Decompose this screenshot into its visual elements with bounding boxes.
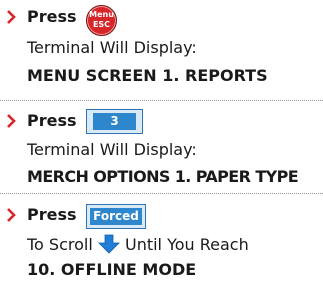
press-label: Press [27,111,77,130]
key-label: 3 [93,113,136,130]
press-label: Press [27,7,77,26]
step-2: Press 3 Terminal Will Display: MERCH OPT… [0,104,323,192]
display-text: MERCH OPTIONS 1. PAPER TYPE [27,167,299,186]
separator [0,193,323,194]
down-arrow-icon [97,234,120,254]
instruction-text: To Scroll Until You Reach [27,234,249,255]
display-text: MENU SCREEN 1. REPORTS [27,66,268,85]
number-3-key-icon: 3 [86,109,143,134]
key-label: Forced [90,208,142,225]
menu-esc-key-icon: Menu ESC [86,5,117,36]
reach-text: Until You Reach [124,235,249,254]
instruction-text: Terminal Will Display: [27,140,197,159]
step-1: Press Menu ESC Terminal Will Display: ME… [0,0,323,96]
scroll-text: To Scroll [27,235,93,254]
instruction-text: Terminal Will Display: [27,38,197,57]
display-text: 10. OFFLINE MODE [27,260,197,279]
forced-key-icon: Forced [86,204,146,229]
step-3: Press Forced To Scroll Until You Reach 1… [0,196,323,291]
separator [0,100,323,101]
press-label: Press [27,205,77,224]
